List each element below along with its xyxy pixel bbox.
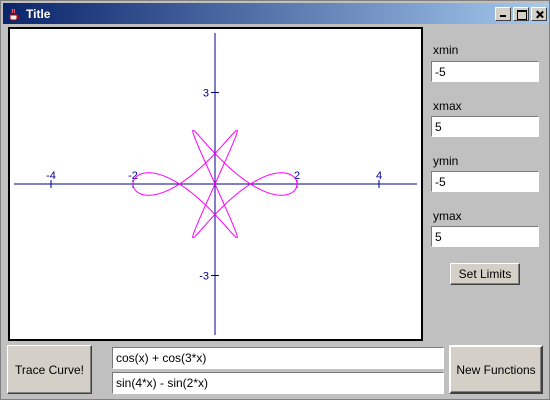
maximize-button[interactable] bbox=[513, 6, 529, 21]
java-cup-icon bbox=[9, 8, 20, 20]
title-bar[interactable]: Title bbox=[3, 3, 549, 24]
minimize-button[interactable] bbox=[495, 6, 511, 21]
plot-canvas[interactable]: -4 -2 2 4 3 -3 bbox=[8, 27, 423, 341]
x-tick-label: -4 bbox=[46, 170, 56, 182]
window-title: Title bbox=[26, 6, 51, 21]
ymin-label: ymin bbox=[433, 154, 459, 168]
set-limits-button[interactable]: Set Limits bbox=[450, 263, 520, 285]
y-tick-label: -3 bbox=[199, 271, 209, 283]
trace-curve-button[interactable]: Trace Curve! bbox=[7, 345, 92, 394]
xmin-field[interactable] bbox=[431, 61, 539, 82]
close-button[interactable] bbox=[531, 6, 547, 21]
xmax-label: xmax bbox=[433, 99, 462, 113]
new-functions-button[interactable]: New Functions bbox=[449, 345, 543, 394]
ymax-label: ymax bbox=[433, 209, 462, 223]
x-function-field[interactable] bbox=[112, 347, 444, 369]
ymin-field[interactable] bbox=[431, 171, 539, 192]
x-tick-label: 2 bbox=[294, 170, 300, 182]
y-function-field[interactable] bbox=[112, 372, 444, 394]
y-tick-label: 3 bbox=[203, 88, 209, 100]
plot-svg: -4 -2 2 4 3 -3 bbox=[14, 33, 417, 335]
xmax-field[interactable] bbox=[431, 116, 539, 137]
x-tick-label: 4 bbox=[376, 170, 382, 182]
x-tick-label: -2 bbox=[128, 170, 138, 182]
application-window: Title -4 -2 2 4 3 -3 xmin xmax ymin ymax Set … bbox=[0, 0, 550, 400]
ymax-field[interactable] bbox=[431, 226, 539, 247]
xmin-label: xmin bbox=[433, 43, 459, 57]
